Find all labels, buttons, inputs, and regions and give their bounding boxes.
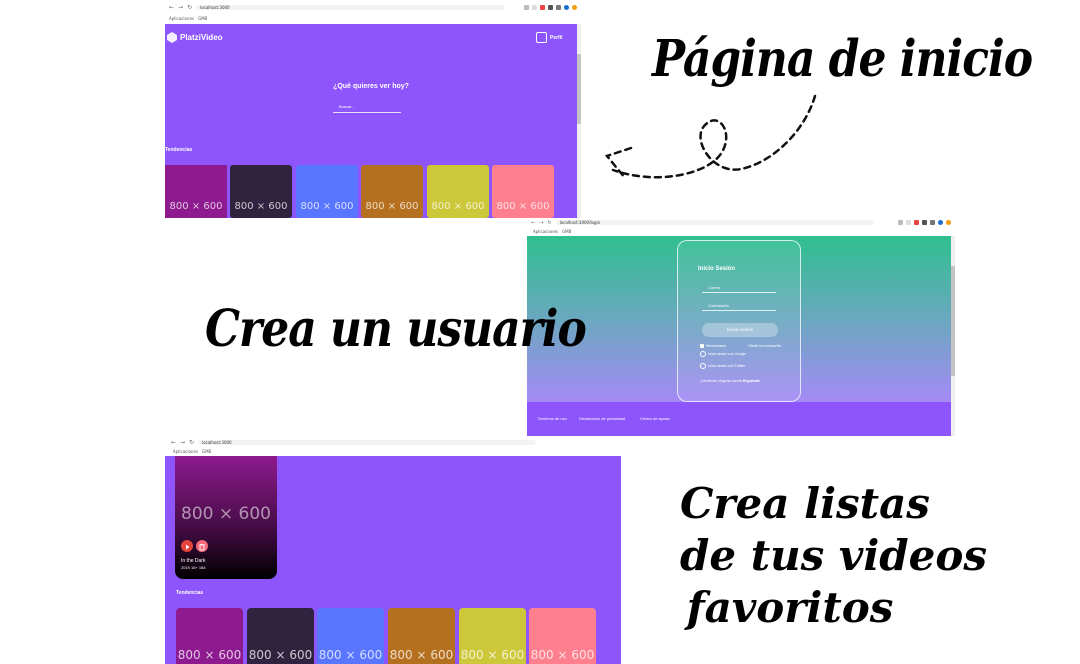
browser-chrome: ← → ↻ localhost:3000 Aplicaciones GMB — [165, 0, 581, 25]
user-icon — [536, 32, 547, 43]
bookmark-apps[interactable]: Aplicaciones — [173, 449, 198, 454]
list-screenshot: ← → ↻ localhost:3000 Aplicaciones GMB 80… — [165, 436, 621, 664]
twitter-login[interactable]: Inicia sesión con Twitter — [700, 363, 745, 369]
bookmark-apps[interactable]: Aplicaciones — [169, 16, 194, 21]
nav-buttons[interactable]: ← → ↻ — [169, 4, 192, 11]
address-bar[interactable]: localhost:3000 — [196, 5, 505, 10]
caption-lists-line-3: favoritos — [686, 583, 894, 632]
nav-buttons[interactable]: ← → ↻ — [531, 220, 552, 226]
login-screenshot: ← → ↻ localhost:3000/login Aplicaciones … — [527, 218, 955, 436]
back-icon[interactable]: ← — [531, 220, 535, 226]
caption-lists-line-2: de tus videos — [680, 531, 988, 580]
address-bar[interactable]: localhost:3000/login — [555, 220, 874, 225]
checkbox-icon — [700, 344, 704, 348]
forward-icon[interactable]: → — [539, 220, 543, 226]
thumb-5[interactable]: 800 × 600 — [459, 608, 526, 664]
scrollbar[interactable] — [951, 236, 955, 436]
featured-thumb-label: 800 × 600 — [181, 504, 271, 524]
login-card: Inicio Sesión Correo Contraseña Iniciar … — [677, 240, 801, 402]
list-page: 800 × 600 In the Dark 2019 16+ 184 Tende… — [165, 456, 621, 664]
back-icon[interactable]: ← — [169, 4, 174, 11]
address-bar[interactable]: localhost:3000 — [198, 439, 537, 445]
section-title: Tendencias — [165, 147, 193, 153]
password-field[interactable]: Contraseña — [702, 299, 776, 311]
thumb-6[interactable]: 800 × 600 — [492, 165, 554, 218]
bookmark-gmb[interactable]: GMB — [198, 16, 207, 21]
login-page: Inicio Sesión Correo Contraseña Iniciar … — [527, 236, 951, 402]
extension-icons[interactable] — [524, 5, 577, 10]
section-title: Tendencias — [176, 590, 204, 596]
twitter-icon — [700, 363, 706, 369]
reload-icon[interactable]: ↻ — [187, 4, 192, 11]
register-prompt: ¿No tienes ninguna cuenta Regístrate — [700, 379, 760, 383]
thumb-4[interactable]: 800 × 600 — [361, 165, 423, 218]
remember-checkbox[interactable]: Recuérdame — [700, 344, 726, 348]
logo[interactable]: PlatziVideo — [167, 32, 223, 43]
login-button[interactable]: Iniciar sesión — [702, 323, 778, 337]
reload-icon[interactable]: ↻ — [547, 220, 551, 226]
profile-menu[interactable]: Perfil — [536, 32, 563, 43]
thumb-2[interactable]: 800 × 600 — [247, 608, 314, 664]
email-field[interactable]: Correo — [702, 281, 776, 293]
thumb-1[interactable]: 800 × 600 — [176, 608, 243, 664]
home-screenshot: ← → ↻ localhost:3000 Aplicaciones GMB Pl… — [165, 0, 581, 218]
thumb-5[interactable]: 800 × 600 — [427, 165, 489, 218]
bookmark-gmb[interactable]: GMB — [562, 229, 571, 234]
login-footer: Términos de uso Declaración de privacida… — [527, 402, 951, 436]
caption-lists: Crea listas de tus videos favoritos — [680, 478, 988, 634]
dashed-arrow — [604, 94, 817, 180]
home-page: PlatziVideo Perfil ¿Qué quieres ver hoy?… — [165, 24, 577, 218]
bookmark-apps[interactable]: Aplicaciones — [533, 229, 558, 234]
caption-user: Crea un usuario — [205, 300, 587, 359]
footer-terms[interactable]: Términos de uso — [537, 416, 567, 421]
footer-help[interactable]: Centro de ayuda — [640, 416, 670, 421]
forward-icon[interactable]: → — [178, 4, 183, 11]
forward-icon[interactable]: → — [180, 439, 185, 446]
extension-icons[interactable] — [898, 220, 951, 225]
browser-chrome: ← → ↻ localhost:3000 Aplicaciones GMB — [165, 436, 621, 457]
play-icon — [186, 544, 190, 550]
thumb-3[interactable]: 800 × 600 — [296, 165, 358, 218]
thumb-6[interactable]: 800 × 600 — [529, 608, 596, 664]
thumb-4[interactable]: 800 × 600 — [388, 608, 455, 664]
back-icon[interactable]: ← — [171, 439, 176, 446]
scrollbar-thumb[interactable] — [577, 54, 581, 124]
logo-icon — [167, 32, 177, 43]
trash-icon — [199, 544, 205, 551]
featured-meta: 2019 16+ 184 — [181, 565, 206, 570]
hero-title: ¿Qué quieres ver hoy? — [333, 83, 409, 90]
featured-title: In the Dark — [181, 558, 206, 564]
login-title: Inicio Sesión — [698, 266, 736, 272]
search-input[interactable]: Buscar... — [333, 101, 401, 113]
scrollbar-thumb[interactable] — [951, 266, 955, 376]
bookmark-gmb[interactable]: GMB — [202, 449, 211, 454]
footer-privacy[interactable]: Declaración de privacidad — [579, 416, 625, 421]
featured-card[interactable]: 800 × 600 In the Dark 2019 16+ 184 — [175, 456, 277, 579]
scrollbar[interactable] — [577, 24, 581, 218]
google-icon — [700, 351, 706, 357]
nav-buttons[interactable]: ← → ↻ — [171, 439, 194, 446]
play-button[interactable] — [181, 540, 193, 552]
thumb-2[interactable]: 800 × 600 — [230, 165, 292, 218]
caption-lists-line-1: Crea listas — [680, 479, 930, 528]
google-login[interactable]: Inicia sesión con Google — [700, 351, 746, 357]
remove-button[interactable] — [196, 540, 208, 552]
browser-chrome: ← → ↻ localhost:3000/login Aplicaciones … — [527, 218, 955, 237]
thumb-1[interactable]: 800 × 600 — [165, 165, 227, 218]
forgot-password-link[interactable]: Olvidé mi contraseña — [748, 344, 781, 348]
thumb-3[interactable]: 800 × 600 — [317, 608, 384, 664]
reload-icon[interactable]: ↻ — [189, 439, 194, 446]
register-link[interactable]: Regístrate — [743, 379, 760, 383]
caption-home: Página de inicio — [652, 30, 1033, 89]
